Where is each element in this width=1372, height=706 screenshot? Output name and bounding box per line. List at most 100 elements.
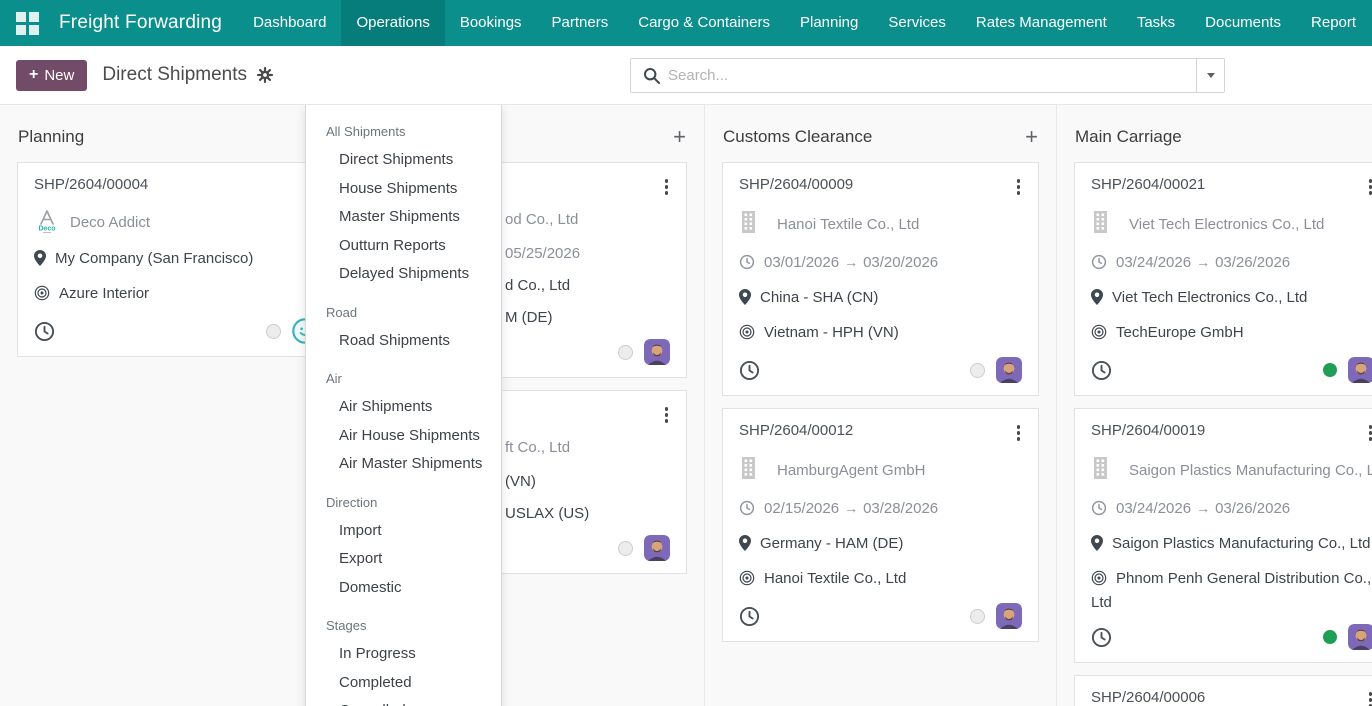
nav-item-tasks[interactable]: Tasks [1122,0,1190,46]
status-circle[interactable] [970,363,985,378]
nav-item-operations[interactable]: Operations [341,0,444,46]
menu-item-delayed-shipments[interactable]: Delayed Shipments [306,260,501,289]
user-avatar[interactable] [1348,624,1372,650]
origin-row: Viet Tech Electronics Co., Ltd [1091,287,1372,311]
shipment-reference: SHP/2604/00019 [1091,422,1205,439]
kebab-menu-icon[interactable] [1367,689,1372,706]
shipment-card[interactable]: SHP/2604/00019Saigon Plastics Manufactur… [1074,408,1372,663]
svg-text:Deco: Deco [38,226,55,233]
target-icon [1091,570,1107,592]
menu-item-domestic[interactable]: Domestic [306,574,501,603]
status-circle[interactable] [970,609,985,624]
shipment-card[interactable]: SHP/2604/00004DecoDeco AddictMy Company … [17,162,335,357]
kebab-menu-icon[interactable] [663,176,671,195]
shipment-reference: SHP/2604/00012 [739,422,853,439]
kebab-menu-icon[interactable] [1367,422,1372,441]
status-circle[interactable] [618,541,633,556]
nav-item-services[interactable]: Services [873,0,961,46]
column-main-carriage: Main Carriage+SHP/2604/00021Viet Tech El… [1056,105,1372,706]
location-pin-icon [1091,289,1103,311]
menu-item-export[interactable]: Export [306,545,501,574]
new-button[interactable]: + New [16,60,87,91]
menu-item-air-house-shipments[interactable]: Air House Shipments [306,422,501,451]
nav-item-partners[interactable]: Partners [537,0,624,46]
menu-item-outturn-reports[interactable]: Outturn Reports [306,232,501,261]
shipment-card[interactable]: SHP/2604/00021Viet Tech Electronics Co.,… [1074,162,1372,396]
nav-item-cargo-containers[interactable]: Cargo & Containers [623,0,785,46]
nav-item-bookings[interactable]: Bookings [445,0,537,46]
actions-gear-icon[interactable] [257,67,273,83]
dates-row: 05/25/2026 [505,243,670,264]
activity-clock-icon[interactable] [1091,627,1112,648]
destination-row: Phnom Penh General Distribution Co., Ltd [1091,568,1372,613]
nav-item-documents[interactable]: Documents [1190,0,1296,46]
apps-grid-icon[interactable] [16,12,39,35]
menu-item-master-shipments[interactable]: Master Shipments [306,203,501,232]
column-title: Main Carriage [1075,127,1182,147]
kebab-menu-icon[interactable] [1015,176,1023,195]
user-avatar[interactable] [644,339,670,365]
nav-item-rates-management[interactable]: Rates Management [961,0,1122,46]
target-icon [34,285,50,307]
user-avatar[interactable] [996,357,1022,383]
shipment-card[interactable]: SHP/2604/00006Phuoc An Wood Co., Ltd03/1… [1074,675,1372,706]
add-card-button[interactable]: + [1025,128,1038,146]
destination-row: Vietnam - HPH (VN) [739,322,1022,346]
building-icon [1091,455,1110,485]
card-header: SHP/2604/00004 [34,176,318,196]
clock-icon [739,254,755,276]
shipment-card[interactable]: SHP/2604/00009Hanoi Textile Co., Ltd03/0… [722,162,1039,396]
menu-section-title: Air [306,364,501,393]
user-avatar[interactable] [644,535,670,561]
menu-item-cancelled[interactable]: Cancelled [306,697,501,706]
menu-section-all-shipments: All ShipmentsDirect ShipmentsHouse Shipm… [306,117,501,289]
user-avatar[interactable] [1348,357,1372,383]
shipment-card[interactable]: SHP/2604/00012HamburgAgent GmbH02/15/202… [722,408,1039,642]
search-options-toggle[interactable] [1196,59,1224,92]
column-header: Main Carriage+ [1057,105,1372,162]
app-title[interactable]: Freight Forwarding [59,12,222,34]
menu-item-road-shipments[interactable]: Road Shipments [306,327,501,356]
activity-clock-icon[interactable] [1091,360,1112,381]
page-title: Direct Shipments [102,64,247,86]
column-planning: Planning+SHP/2604/00004DecoDeco AddictMy… [0,105,352,706]
menu-item-air-master-shipments[interactable]: Air Master Shipments [306,450,501,479]
add-card-button[interactable]: + [673,128,686,146]
plus-icon: + [29,68,38,82]
partner-row: od Co., Ltd [505,209,670,230]
location-pin-icon [34,250,46,272]
menu-item-in-progress[interactable]: In Progress [306,640,501,669]
card-header: SHP/2604/00009 [739,176,1022,196]
menu-item-air-shipments[interactable]: Air Shipments [306,393,501,422]
menu-item-house-shipments[interactable]: House Shipments [306,175,501,204]
arrow-right-icon: → [1196,254,1210,270]
status-circle[interactable] [618,345,633,360]
clock-icon [739,500,755,522]
activity-clock-icon[interactable] [34,321,55,342]
user-avatar[interactable] [996,603,1022,629]
dates-row: 03/24/2026→03/26/2026 [1091,252,1372,276]
nav-item-dashboard[interactable]: Dashboard [238,0,341,46]
menu-section-direction: DirectionImportExportDomestic [306,488,501,603]
menu-item-import[interactable]: Import [306,517,501,546]
shipment-reference: SHP/2604/00006 [1091,689,1205,706]
location-pin-icon [739,289,751,311]
status-dot-green[interactable] [1323,363,1337,377]
menu-item-completed[interactable]: Completed [306,669,501,698]
brand: Freight Forwarding [0,12,222,35]
destination-row: Azure Interior [34,283,318,307]
status-dot-green[interactable] [1323,630,1337,644]
kebab-menu-icon[interactable] [663,404,671,423]
nav-item-report[interactable]: Report [1296,0,1371,46]
activity-clock-icon[interactable] [739,360,760,381]
kebab-menu-icon[interactable] [1367,176,1372,195]
activity-clock-icon[interactable] [739,606,760,627]
menu-section-title: Road [306,298,501,327]
column-title: Planning [18,127,84,147]
kebab-menu-icon[interactable] [1015,422,1023,441]
search-input[interactable] [668,59,1196,92]
status-circle[interactable] [266,324,281,339]
card-header: SHP/2604/00012 [739,422,1022,442]
menu-item-direct-shipments[interactable]: Direct Shipments [306,146,501,175]
nav-item-planning[interactable]: Planning [785,0,873,46]
